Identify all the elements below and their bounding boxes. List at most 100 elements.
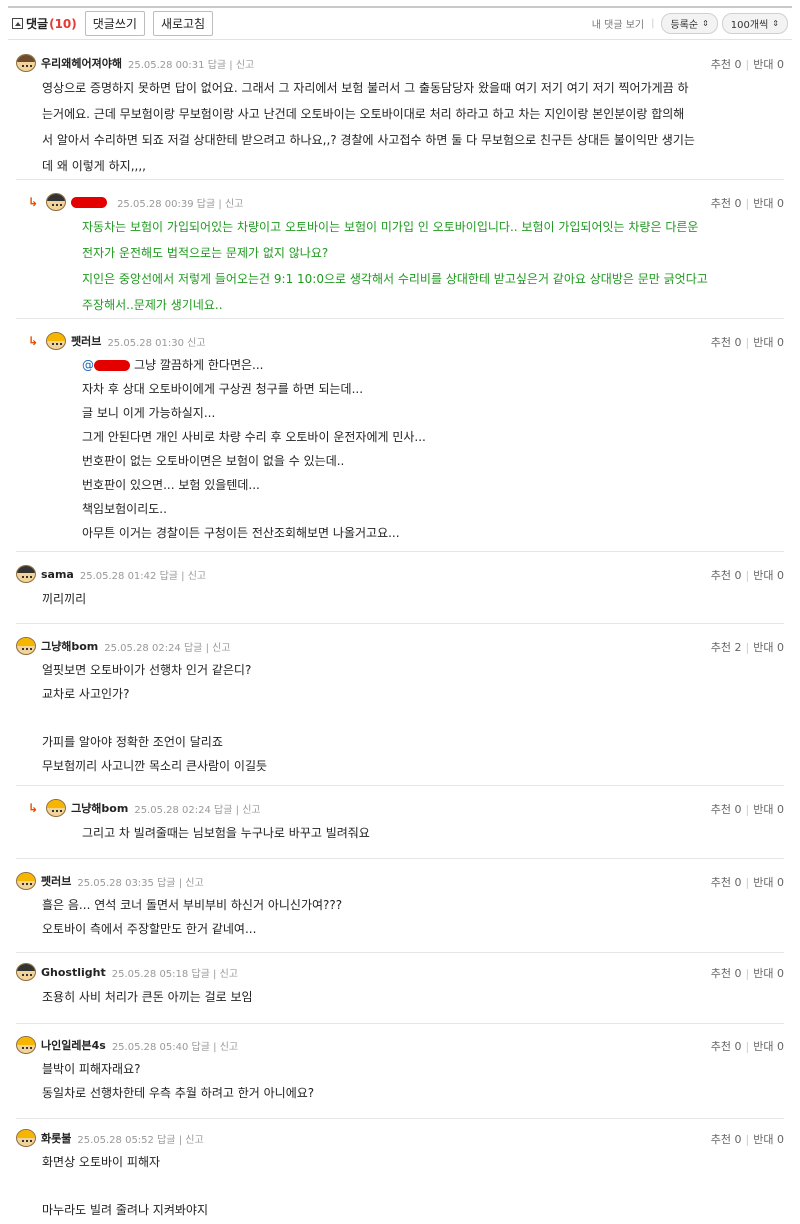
- author-nick[interactable]: Ghostlight: [41, 966, 106, 979]
- avatar[interactable]: [46, 193, 67, 211]
- downvote-button[interactable]: 반대 0: [753, 967, 784, 980]
- reply-link[interactable]: 답글: [197, 199, 215, 210]
- comments-toggle[interactable]: 댓글 (10): [12, 15, 77, 32]
- avatar[interactable]: [16, 565, 36, 583]
- reply-link[interactable]: 답글: [192, 1042, 210, 1053]
- author-nick[interactable]: sama: [41, 568, 74, 581]
- vote-box: 추천 0 | 반대 0: [711, 1038, 784, 1054]
- avatar[interactable]: [16, 1036, 36, 1054]
- report-link[interactable]: 신고: [185, 878, 203, 889]
- reply-link[interactable]: 답글: [191, 969, 209, 980]
- report-link[interactable]: 신고: [236, 60, 254, 71]
- page-size-value: 100개씩: [730, 20, 769, 31]
- avatar[interactable]: [16, 872, 36, 890]
- avatar[interactable]: [16, 54, 36, 72]
- author-nick[interactable]: 그냥해bom: [71, 800, 128, 816]
- reply-link[interactable]: 답글: [157, 1135, 175, 1146]
- comment-meta: 25.05.28 05:52 답글 | 신고: [77, 1131, 203, 1146]
- report-link[interactable]: 신고: [242, 805, 260, 816]
- downvote-label: 반대: [753, 58, 774, 71]
- comment-meta: 25.05.28 05:40 답글 | 신고: [112, 1038, 238, 1053]
- downvote-button[interactable]: 반대 0: [753, 803, 784, 816]
- downvote-count: 0: [777, 641, 784, 654]
- downvote-button[interactable]: 반대 0: [753, 58, 784, 71]
- downvote-button[interactable]: 반대 0: [753, 1133, 784, 1146]
- comment-divider: [16, 785, 784, 786]
- comment-item: 나인일레븐4s 25.05.28 05:40 답글 | 신고 추천 0 | 반대 0…: [16, 1036, 784, 1105]
- downvote-button[interactable]: 반대 0: [753, 876, 784, 889]
- my-comments-link[interactable]: 내 댓글 보기: [592, 16, 644, 31]
- comment-header: 화롯불 25.05.28 05:52 답글 | 신고 추천 0 | 반대 0: [16, 1129, 784, 1147]
- report-link[interactable]: 신고: [220, 1042, 238, 1053]
- upvote-button[interactable]: 추천 0: [711, 1040, 742, 1053]
- upvote-label: 추천: [710, 1133, 732, 1146]
- downvote-button[interactable]: 반대 0: [753, 1040, 784, 1053]
- upvote-button[interactable]: 추천 0: [711, 197, 742, 210]
- upvote-button[interactable]: 추천 2: [711, 641, 742, 654]
- author-nick[interactable]: 펫러브: [71, 333, 101, 349]
- author-nick[interactable]: 펫러브: [41, 873, 71, 889]
- reply-link[interactable]: 답글: [214, 805, 232, 816]
- reply-arrow-icon: ↳: [28, 801, 39, 815]
- reply-link[interactable]: 답글: [157, 878, 175, 889]
- refresh-button[interactable]: 새로고침: [152, 11, 214, 36]
- page-size-select[interactable]: 100개씩 ⇕: [721, 13, 788, 34]
- reply-arrow-icon: ↳: [28, 334, 39, 348]
- report-link[interactable]: 신고: [185, 1135, 203, 1146]
- comment-meta: 25.05.28 00:31 답글 | 신고: [128, 56, 254, 71]
- vote-box: 추천 0 | 반대 0: [711, 195, 784, 211]
- upvote-button[interactable]: 추천 0: [711, 803, 742, 816]
- downvote-label: 반대: [753, 197, 774, 210]
- downvote-count: 0: [777, 876, 784, 889]
- author-nick[interactable]: 우리왜헤어져야해: [41, 55, 122, 71]
- comment-item: Ghostlight 25.05.28 05:18 답글 | 신고 추천 0 | 반…: [16, 963, 784, 1010]
- toolbar-left: 댓글 (10) 댓글쓰기 새로고침: [12, 11, 214, 36]
- comment-divider: [16, 858, 784, 859]
- downvote-button[interactable]: 반대 0: [753, 569, 784, 582]
- comment-header: Ghostlight 25.05.28 05:18 답글 | 신고 추천 0 | 반…: [16, 963, 784, 981]
- author-nick[interactable]: 화롯불: [41, 1130, 71, 1146]
- comment-divider: [16, 623, 784, 624]
- report-link[interactable]: 신고: [225, 199, 243, 210]
- upvote-button[interactable]: 추천 0: [711, 876, 742, 889]
- avatar[interactable]: [16, 637, 36, 655]
- vote-separator: |: [745, 967, 750, 980]
- vote-box: 추천 0 | 반대 0: [711, 874, 784, 890]
- comment-body: 얼핏보면 오토바이가 선행차 인거 같은디? 교차로 사고인가? 가피를 알아야…: [42, 663, 268, 773]
- avatar[interactable]: [46, 332, 67, 350]
- meta-separator: |: [235, 804, 240, 816]
- reply-item: ↳ 25.05.28 00:39 답글 | 신고 추천 0 | 반대 0 자동차는 …: [16, 193, 784, 318]
- upvote-button[interactable]: 추천 0: [711, 1133, 742, 1146]
- report-link[interactable]: 신고: [220, 969, 238, 980]
- author-nick[interactable]: 그냥해bom: [41, 638, 98, 654]
- upvote-button[interactable]: 추천 0: [711, 58, 742, 71]
- downvote-button[interactable]: 반대 0: [753, 641, 784, 654]
- downvote-button[interactable]: 반대 0: [753, 336, 784, 349]
- write-comment-button[interactable]: 댓글쓰기: [84, 11, 145, 36]
- report-link[interactable]: 신고: [212, 643, 230, 654]
- downvote-label: 반대: [753, 803, 774, 816]
- vote-box: 추천 0 | 반대 0: [711, 801, 784, 817]
- avatar[interactable]: [16, 963, 36, 981]
- reply-link[interactable]: 답글: [184, 643, 202, 654]
- sort-select[interactable]: 등록순 ⇕: [661, 13, 718, 34]
- upvote-count: 2: [734, 641, 742, 654]
- reply-link[interactable]: 답글: [208, 60, 226, 71]
- author-nick[interactable]: 나인일레븐4s: [41, 1037, 106, 1053]
- upvote-button[interactable]: 추천 0: [711, 967, 742, 980]
- avatar[interactable]: [46, 799, 67, 817]
- downvote-button[interactable]: 반대 0: [753, 197, 784, 210]
- upvote-button[interactable]: 추천 0: [711, 569, 742, 582]
- comment-time: 25.05.28 01:30: [107, 337, 184, 349]
- report-link[interactable]: 신고: [188, 571, 206, 582]
- upvote-button[interactable]: 추천 0: [711, 336, 742, 349]
- upvote-label: 추천: [710, 1040, 732, 1053]
- mention-tag[interactable]: @: [82, 358, 94, 372]
- reply-link[interactable]: 답글: [160, 571, 178, 582]
- redacted-mention: [94, 360, 130, 371]
- comment-header: 나인일레븐4s 25.05.28 05:40 답글 | 신고 추천 0 | 반대 0: [16, 1036, 784, 1054]
- avatar[interactable]: [16, 1129, 36, 1147]
- report-link[interactable]: 신고: [187, 338, 205, 349]
- comment-divider: [16, 1118, 784, 1119]
- comment-time: 25.05.28 05:40: [111, 1041, 189, 1053]
